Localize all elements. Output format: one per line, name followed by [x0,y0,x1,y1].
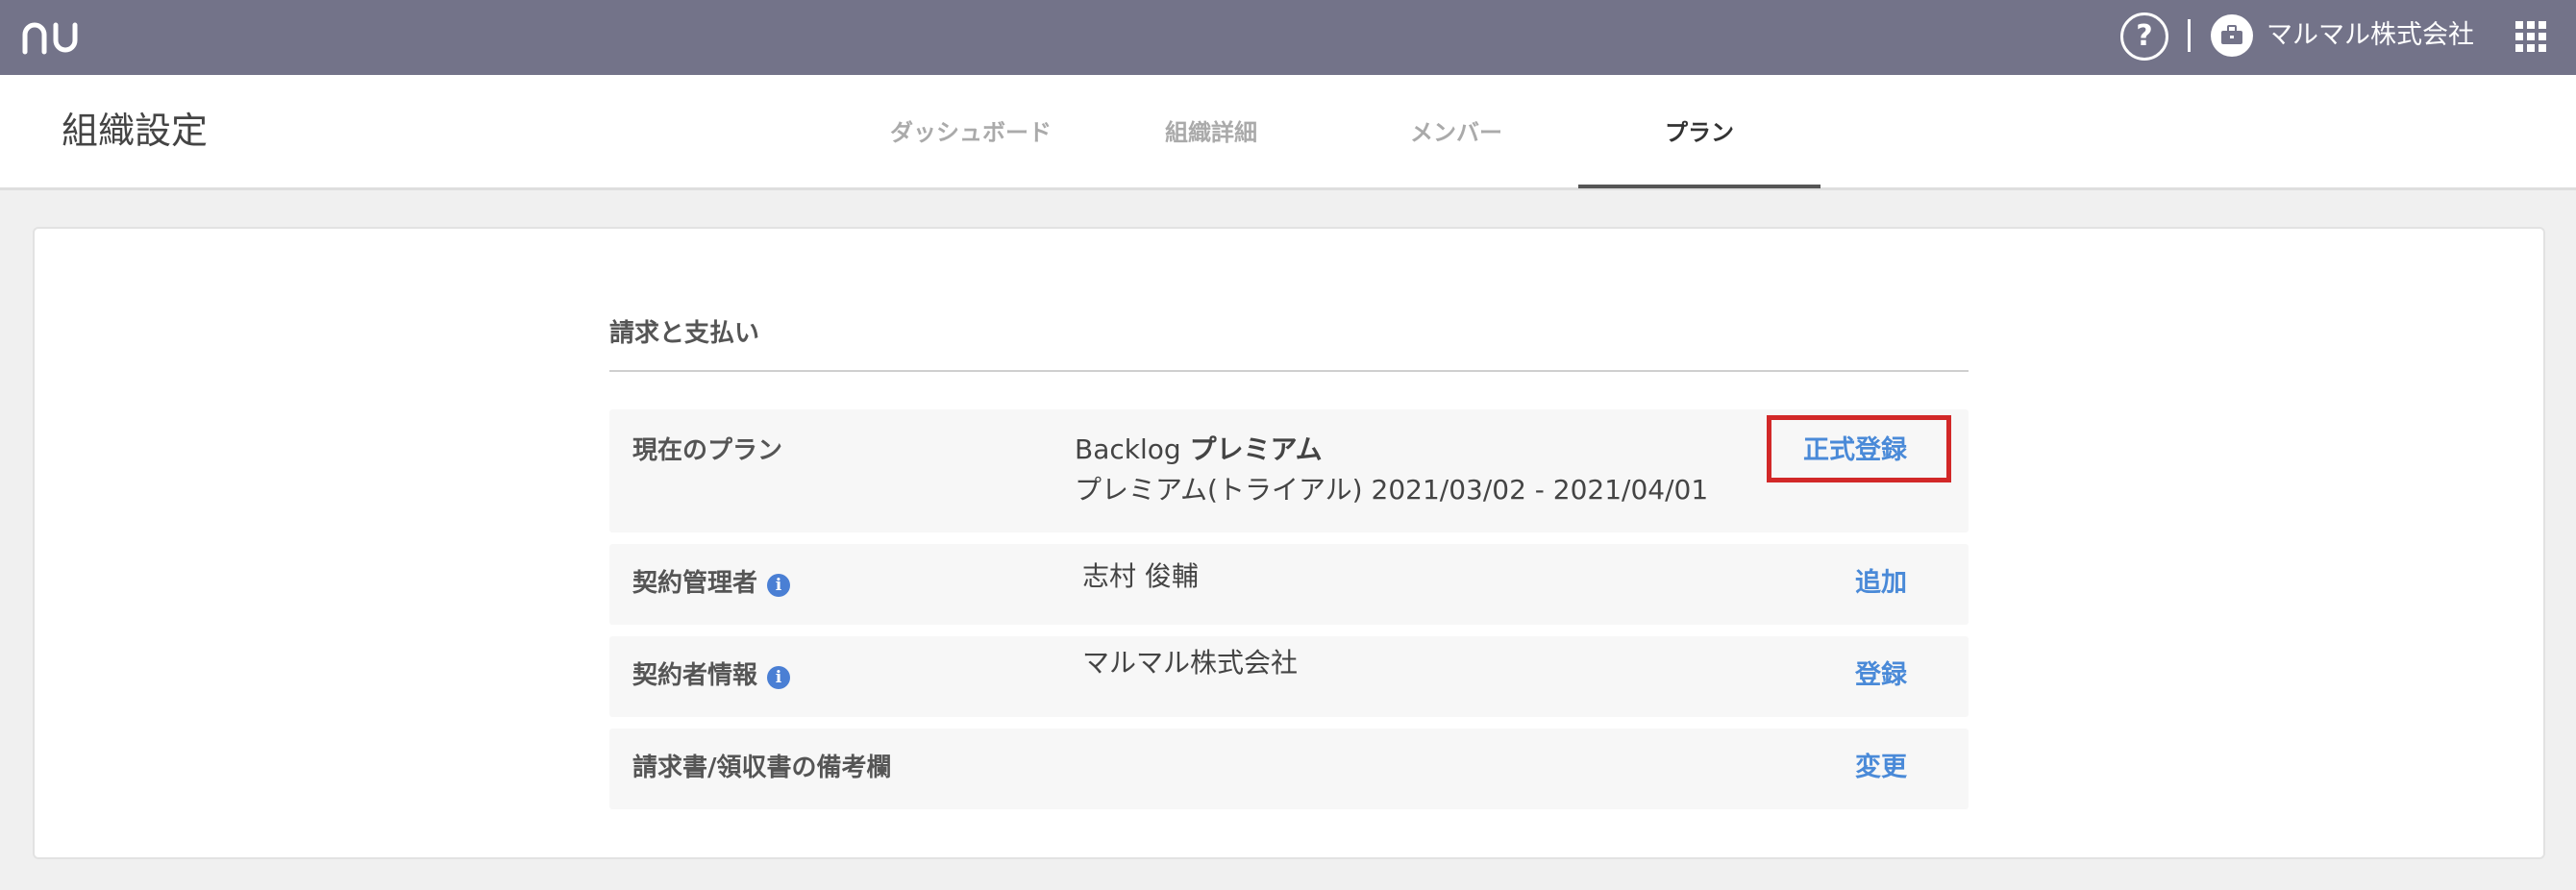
plan-label: 現在のプラン [632,436,783,465]
plan-product: Backlog [1075,433,1181,465]
top-bar: ? マルマル株式会社 [0,0,2576,75]
info-icon[interactable]: i [767,574,791,597]
change-remarks-button[interactable]: 変更 [1855,750,1907,786]
contract-admin-label-text: 契約管理者 [632,569,758,598]
contractor-info-label-text: 契約者情報 [632,661,758,690]
info-icon[interactable]: i [767,666,791,689]
register-contractor-button[interactable]: 登録 [1855,657,1907,694]
contract-admin-value: 志村 俊輔 [1082,560,1199,592]
contractor-info-row: 契約者情報 i マルマル株式会社 登録 [609,636,1969,717]
nulab-logo[interactable] [21,19,90,56]
briefcase-icon[interactable] [2211,14,2253,57]
invoice-remarks-label: 請求書/領収書の備考欄 [632,754,892,782]
contractor-info-value: マルマル株式会社 [1082,647,1299,679]
section-divider [609,370,1969,372]
page-header: 組織設定 ダッシュボード 組織詳細 メンバー プラン [0,75,2576,190]
contractor-info-label: 契約者情報 i [632,657,791,694]
invoice-remarks-row: 請求書/領収書の備考欄 変更 [609,729,1969,809]
active-tab-indicator [1578,185,1821,188]
help-icon[interactable]: ? [2120,12,2168,61]
divider [2188,19,2191,52]
contract-admin-row: 契約管理者 i 志村 俊輔 追加 [609,544,1969,625]
section-title: 請求と支払い [609,319,760,348]
tab-org-details[interactable]: 組織詳細 [1134,113,1288,152]
contract-admin-label: 契約管理者 i [632,565,791,602]
plan-row: 現在のプラン Backlog プレミアム プレミアム(トライアル) 2021/0… [609,409,1969,532]
tab-dashboard[interactable]: ダッシュボード [865,113,1077,152]
page-title: 組織設定 [62,110,209,152]
tab-members[interactable]: メンバー [1375,113,1538,152]
org-switcher[interactable]: マルマル株式会社 [2266,17,2474,54]
highlight-box [1767,415,1951,482]
apps-grid-icon[interactable] [2515,21,2546,52]
add-admin-button[interactable]: 追加 [1855,565,1907,602]
plan-trial-period: プレミアム(トライアル) 2021/03/02 - 2021/04/01 [1075,474,1709,506]
tab-plan[interactable]: プラン [1578,113,1821,152]
plan-name: Backlog プレミアム [1075,431,1323,469]
plan-tier: プレミアム [1189,433,1323,465]
